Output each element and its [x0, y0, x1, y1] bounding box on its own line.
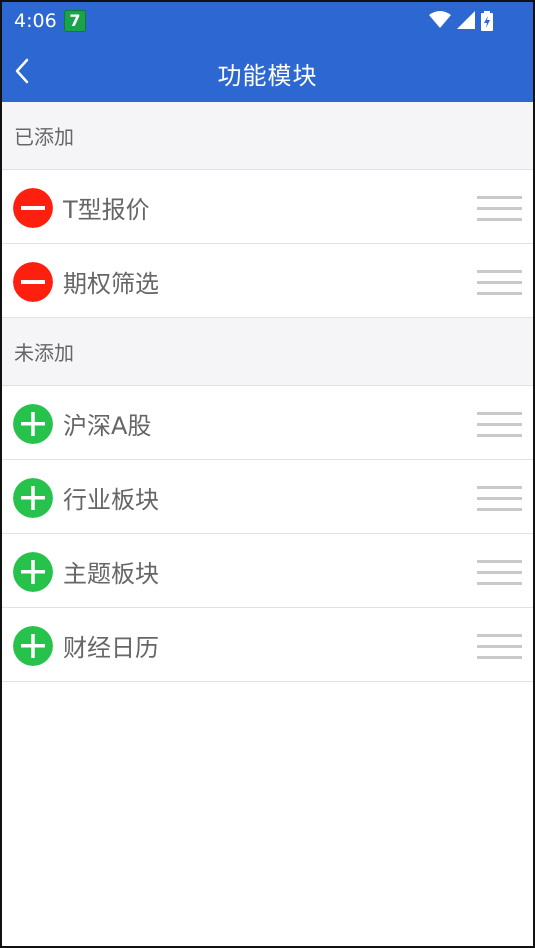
wifi-icon	[429, 11, 451, 28]
plus-circle-icon[interactable]	[13, 404, 53, 444]
status-bar: 4:06 7	[2, 2, 533, 38]
list-item[interactable]: 行业板块	[2, 460, 533, 534]
list-item-label: T型报价	[63, 196, 150, 224]
battery-icon	[481, 11, 493, 31]
minus-circle-icon[interactable]	[13, 262, 53, 302]
drag-handle-icon[interactable]	[477, 560, 522, 585]
list-item[interactable]: T型报价	[2, 170, 533, 244]
status-icons	[429, 11, 493, 31]
list-item-label: 财经日历	[63, 634, 159, 662]
section-header-not-added: 未添加	[2, 318, 533, 386]
signal-icon	[457, 11, 475, 29]
list-item[interactable]: 期权筛选	[2, 244, 533, 318]
phone-frame: 4:06 7 功能模块 已添加 T型报价 期权筛选 未添加 沪深A股 行业板块 …	[0, 0, 535, 948]
list-item[interactable]: 主题板块	[2, 534, 533, 608]
status-time: 4:06	[14, 10, 57, 32]
app-notification-icon: 7	[64, 10, 86, 32]
drag-handle-icon[interactable]	[477, 270, 522, 295]
list-item[interactable]: 沪深A股	[2, 386, 533, 460]
plus-circle-icon[interactable]	[13, 478, 53, 518]
plus-circle-icon[interactable]	[13, 552, 53, 592]
drag-handle-icon[interactable]	[477, 634, 522, 659]
list-item-label: 期权筛选	[63, 270, 159, 298]
minus-circle-icon[interactable]	[13, 188, 53, 228]
list-item-label: 沪深A股	[63, 412, 152, 440]
page-title: 功能模块	[217, 62, 318, 90]
list-item-label: 行业板块	[63, 486, 159, 514]
drag-handle-icon[interactable]	[477, 412, 522, 437]
drag-handle-icon[interactable]	[477, 486, 522, 511]
list-item[interactable]: 财经日历	[2, 608, 533, 682]
list-item-label: 主题板块	[63, 560, 159, 588]
section-header-added: 已添加	[2, 102, 533, 170]
plus-circle-icon[interactable]	[13, 626, 53, 666]
drag-handle-icon[interactable]	[477, 196, 522, 221]
title-bar: 功能模块	[2, 38, 533, 102]
